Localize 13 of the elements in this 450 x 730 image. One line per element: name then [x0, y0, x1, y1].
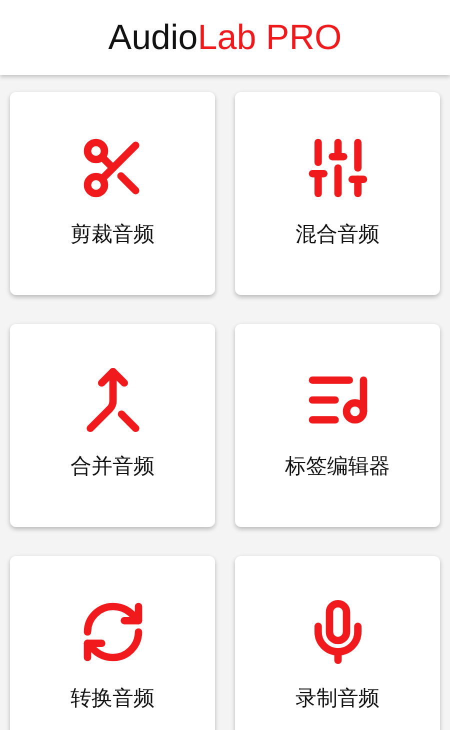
- feature-label: 混合音频: [296, 221, 380, 248]
- feature-card[interactable]: 录制音频: [235, 556, 440, 730]
- feature-card[interactable]: 合并音频: [10, 324, 215, 527]
- feature-label: 标签编辑器: [285, 453, 390, 480]
- feature-card[interactable]: 剪裁音频: [10, 92, 215, 295]
- feature-label: 录制音频: [296, 685, 380, 712]
- feature-card[interactable]: 转换音频: [10, 556, 215, 730]
- feature-label: 合并音频: [70, 453, 154, 480]
- feature-label: 剪裁音频: [70, 221, 154, 248]
- feature-card[interactable]: 标签编辑器: [235, 324, 440, 527]
- feature-card[interactable]: 混合音频: [235, 92, 440, 295]
- feature-label: 转换音频: [70, 685, 154, 712]
- app-title: AudioLab PRO: [108, 18, 342, 58]
